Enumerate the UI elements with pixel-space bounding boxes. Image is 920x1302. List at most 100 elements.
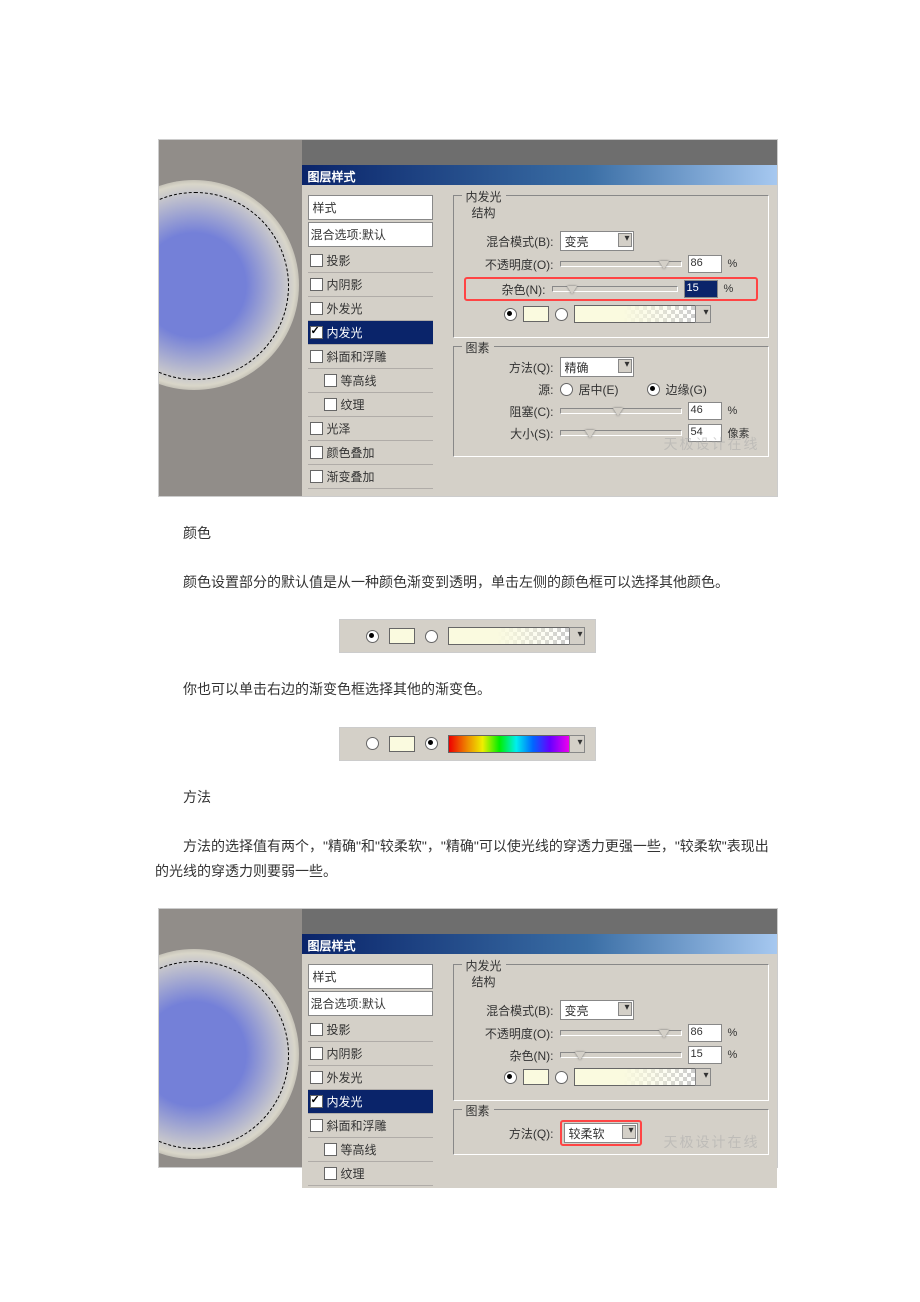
checkbox-icon[interactable] bbox=[310, 470, 323, 483]
checkbox-icon[interactable] bbox=[310, 446, 323, 459]
canvas-preview bbox=[159, 934, 302, 1167]
checkbox-icon[interactable] bbox=[310, 1071, 323, 1084]
gradient-rainbow-swatch[interactable] bbox=[448, 735, 570, 753]
style-contour[interactable]: 等高线 bbox=[308, 1138, 433, 1162]
settings-panel: 内发光 结构 混合模式(B): 变亮 不透明度(O): 86 % bbox=[439, 954, 777, 1188]
opacity-label: 不透明度(O): bbox=[464, 1025, 554, 1042]
style-color-overlay[interactable]: 颜色叠加 bbox=[308, 441, 433, 465]
checkbox-icon[interactable] bbox=[324, 1143, 337, 1156]
style-inner-shadow[interactable]: 内阴影 bbox=[308, 273, 433, 297]
color-swatch[interactable] bbox=[523, 306, 549, 322]
noise-slider[interactable] bbox=[552, 286, 678, 292]
figure-2 bbox=[155, 619, 780, 653]
opacity-slider[interactable] bbox=[560, 261, 682, 267]
heading-color: 颜色 bbox=[155, 521, 780, 546]
article-body: 图层样式 样式 混合选项:默认 投影 内阴影 外发光 内发光 斜面和浮雕 等高线… bbox=[155, 139, 780, 1168]
radio-source-edge[interactable] bbox=[647, 383, 660, 396]
checkbox-icon[interactable] bbox=[324, 374, 337, 387]
gradient-swatch[interactable] bbox=[574, 305, 696, 323]
styles-header[interactable]: 样式 bbox=[308, 195, 433, 220]
radio-source-center[interactable] bbox=[560, 383, 573, 396]
checkbox-icon[interactable] bbox=[310, 326, 323, 339]
gradient-swatch[interactable] bbox=[448, 627, 570, 645]
unit-percent: % bbox=[728, 258, 758, 270]
blend-mode-label: 混合模式(B): bbox=[464, 233, 554, 250]
radio-gradient[interactable] bbox=[425, 630, 438, 643]
method-label: 方法(Q): bbox=[464, 359, 554, 376]
radio-gradient[interactable] bbox=[425, 737, 438, 750]
checkbox-icon[interactable] bbox=[310, 1095, 323, 1108]
radio-solid-color[interactable] bbox=[504, 1071, 517, 1084]
color-swatch[interactable] bbox=[389, 628, 415, 644]
color-swatch[interactable] bbox=[523, 1069, 549, 1085]
blend-mode-select[interactable]: 变亮 bbox=[560, 231, 634, 251]
unit-px: 像素 bbox=[728, 425, 758, 441]
opacity-input[interactable]: 86 bbox=[688, 1024, 722, 1042]
style-texture[interactable]: 纹理 bbox=[308, 1162, 433, 1186]
checkbox-icon[interactable] bbox=[310, 254, 323, 267]
radio-gradient[interactable] bbox=[555, 308, 568, 321]
method-select[interactable]: 精确 bbox=[560, 357, 634, 377]
style-bevel[interactable]: 斜面和浮雕 bbox=[308, 345, 433, 369]
style-bevel[interactable]: 斜面和浮雕 bbox=[308, 1114, 433, 1138]
canvas-strip bbox=[159, 909, 302, 934]
elements-label: 图素 bbox=[462, 339, 494, 356]
checkbox-icon[interactable] bbox=[310, 278, 323, 291]
style-drop-shadow[interactable]: 投影 bbox=[308, 249, 433, 273]
gradient-swatch[interactable] bbox=[574, 1068, 696, 1086]
figure-3 bbox=[155, 727, 780, 761]
choke-input[interactable]: 46 bbox=[688, 402, 722, 420]
elements-label: 图素 bbox=[462, 1102, 494, 1119]
style-inner-glow[interactable]: 内发光 bbox=[308, 321, 433, 345]
checkbox-icon[interactable] bbox=[310, 1047, 323, 1060]
canvas-preview bbox=[159, 165, 302, 496]
checkbox-icon[interactable] bbox=[324, 1167, 337, 1180]
styles-header[interactable]: 样式 bbox=[308, 964, 433, 989]
style-drop-shadow[interactable]: 投影 bbox=[308, 1018, 433, 1042]
noise-input[interactable]: 15 bbox=[688, 1046, 722, 1064]
style-outer-glow[interactable]: 外发光 bbox=[308, 297, 433, 321]
unit-percent: % bbox=[724, 283, 754, 295]
checkbox-icon[interactable] bbox=[310, 350, 323, 363]
style-blend-options[interactable]: 混合选项:默认 bbox=[308, 222, 433, 247]
opacity-slider[interactable] bbox=[560, 1030, 682, 1036]
size-slider[interactable] bbox=[560, 430, 682, 436]
style-satin[interactable]: 光泽 bbox=[308, 417, 433, 441]
opacity-label: 不透明度(O): bbox=[464, 256, 554, 273]
choke-label: 阻塞(C): bbox=[464, 403, 554, 420]
source-label: 源: bbox=[464, 381, 554, 398]
style-inner-glow[interactable]: 内发光 bbox=[308, 1090, 433, 1114]
style-inner-shadow[interactable]: 内阴影 bbox=[308, 1042, 433, 1066]
radio-solid-color[interactable] bbox=[504, 308, 517, 321]
canvas-strip bbox=[159, 140, 302, 165]
checkbox-icon[interactable] bbox=[310, 1119, 323, 1132]
structure-label: 结构 bbox=[464, 971, 758, 996]
blend-mode-select[interactable]: 变亮 bbox=[560, 1000, 634, 1020]
style-texture[interactable]: 纹理 bbox=[308, 393, 433, 417]
paragraph-gradient: 你也可以单击右边的渐变色框选择其他的渐变色。 bbox=[155, 677, 780, 702]
structure-label: 结构 bbox=[464, 202, 758, 227]
settings-panel: 内发光 结构 混合模式(B): 变亮 不透明度(O): 86 % bbox=[439, 185, 777, 496]
noise-row-highlighted: 杂色(N): 15 % bbox=[464, 277, 758, 301]
style-gradient-overlay[interactable]: 渐变叠加 bbox=[308, 465, 433, 489]
checkbox-icon[interactable] bbox=[324, 398, 337, 411]
noise-input[interactable]: 15 bbox=[684, 280, 718, 298]
group-inner-glow: 内发光 结构 混合模式(B): 变亮 不透明度(O): 86 % bbox=[453, 195, 769, 338]
radio-gradient[interactable] bbox=[555, 1071, 568, 1084]
checkbox-icon[interactable] bbox=[310, 422, 323, 435]
checkbox-icon[interactable] bbox=[310, 1023, 323, 1036]
style-outer-glow[interactable]: 外发光 bbox=[308, 1066, 433, 1090]
figure-4: 图层样式 样式 混合选项:默认 投影 内阴影 外发光 内发光 斜面和浮雕 等高线… bbox=[155, 908, 780, 1168]
method-select[interactable]: 较柔软 bbox=[564, 1123, 638, 1143]
style-blend-options[interactable]: 混合选项:默认 bbox=[308, 991, 433, 1016]
noise-slider[interactable] bbox=[560, 1052, 682, 1058]
opacity-input[interactable]: 86 bbox=[688, 255, 722, 273]
color-swatch[interactable] bbox=[389, 736, 415, 752]
choke-slider[interactable] bbox=[560, 408, 682, 414]
size-input[interactable]: 54 bbox=[688, 424, 722, 442]
radio-solid-color[interactable] bbox=[366, 737, 379, 750]
radio-solid-color[interactable] bbox=[366, 630, 379, 643]
paragraph-method: 方法的选择值有两个，"精确"和"较柔软"，"精确"可以使光线的穿透力更强一些，"… bbox=[155, 834, 780, 884]
checkbox-icon[interactable] bbox=[310, 302, 323, 315]
style-contour[interactable]: 等高线 bbox=[308, 369, 433, 393]
